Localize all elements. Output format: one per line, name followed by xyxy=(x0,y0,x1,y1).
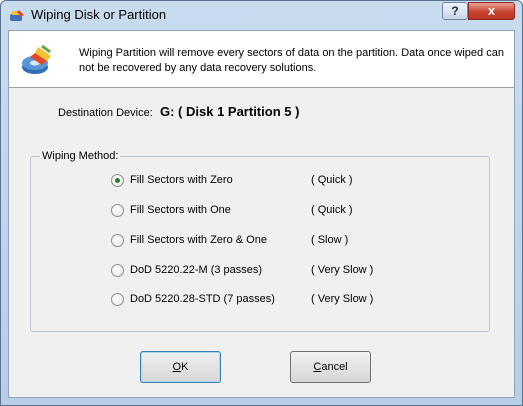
speed-label: ( Very Slow ) xyxy=(311,264,374,276)
info-banner: Wiping Partition will remove every secto… xyxy=(9,31,514,88)
speed-label: ( Quick ) xyxy=(311,174,353,186)
ok-mnemonic: O xyxy=(172,361,182,373)
radio-button[interactable] xyxy=(111,264,124,277)
speed-label: ( Slow ) xyxy=(311,234,349,246)
radio-label[interactable]: Fill Sectors with Zero xyxy=(130,174,233,186)
speed-label: ( Quick ) xyxy=(311,204,353,216)
window-title: Wiping Disk or Partition xyxy=(31,7,167,22)
radio-button[interactable] xyxy=(111,293,124,306)
cancel-label-rest: ancel xyxy=(321,361,348,373)
radio-label[interactable]: DoD 5220.22-M (3 passes) xyxy=(130,264,262,276)
dialog-window: Wiping Disk or Partition ? x Wiping Part… xyxy=(0,0,523,406)
radio-button[interactable] xyxy=(111,174,124,187)
cancel-button[interactable]: Cancel xyxy=(290,351,371,383)
title-bar: Wiping Disk or Partition ? x xyxy=(1,1,522,30)
ok-button[interactable]: OK xyxy=(140,351,221,383)
radio-label[interactable]: Fill Sectors with Zero & One xyxy=(130,234,267,246)
destination-label: Destination Device: xyxy=(58,107,153,119)
radio-selected-dot xyxy=(115,178,120,183)
disk-wipe-icon xyxy=(22,44,51,74)
wiping-method-legend: Wiping Method: xyxy=(40,150,121,162)
radio-button[interactable] xyxy=(111,234,124,247)
radio-label[interactable]: DoD 5220.28-STD (7 passes) xyxy=(130,293,275,305)
radio-label[interactable]: Fill Sectors with One xyxy=(130,204,231,216)
speed-label: ( Very Slow ) xyxy=(311,293,374,305)
wipe-app-icon xyxy=(10,10,24,21)
ok-label-rest: K xyxy=(181,361,189,373)
radio-button[interactable] xyxy=(111,204,124,217)
help-button[interactable]: ? xyxy=(442,2,468,20)
close-button[interactable]: x xyxy=(468,2,515,20)
warning-message: Wiping Partition will remove every secto… xyxy=(79,47,504,74)
dialog-body: Wiping Partition will remove every secto… xyxy=(8,30,515,398)
destination-value: G: ( Disk 1 Partition 5 ) xyxy=(160,104,300,119)
